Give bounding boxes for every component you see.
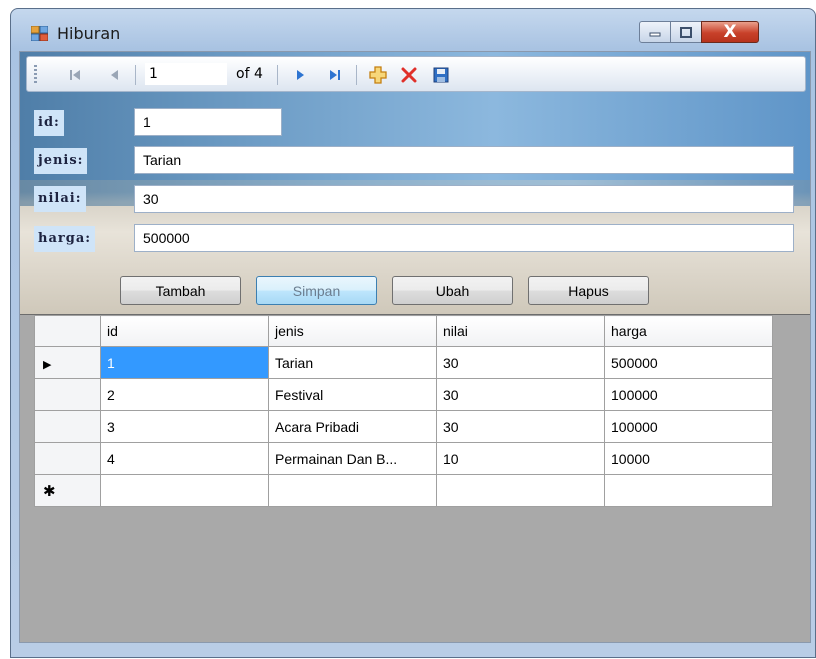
column-header-nilai[interactable]: nilai [436,315,605,347]
nilai-label: nilai: [34,186,86,212]
tambah-button[interactable]: Tambah [120,276,241,305]
move-first-button[interactable] [65,65,85,85]
maximize-button[interactable] [670,21,702,43]
close-icon: X [723,22,737,42]
delete-button[interactable] [399,65,419,85]
row-header[interactable] [34,442,101,475]
data-grid-table: id jenis nilai harga ▶ 1 Tarian 30 50000… [34,315,773,507]
id-label: id: [34,110,64,136]
column-header-harga[interactable]: harga [604,315,773,347]
save-icon [433,67,449,83]
grid-corner-header[interactable] [34,315,101,347]
grid-cell-nilai[interactable]: 10 [436,442,605,475]
binding-navigator: 1 of 4 [26,56,806,92]
column-header-id[interactable]: id [100,315,269,347]
jenis-label: jenis: [34,148,88,174]
grid-cell-jenis[interactable]: Tarian [268,346,437,379]
grid-cell-id[interactable]: 1 [100,346,269,379]
ubah-button[interactable]: Ubah [392,276,513,305]
grid-cell-id[interactable]: 4 [100,442,269,475]
grid-cell-harga[interactable]: 100000 [604,378,773,411]
grid-cell-jenis[interactable]: Acara Pribadi [268,410,437,443]
new-row[interactable]: ✱ [34,474,773,507]
grid-cell-id[interactable] [100,474,269,507]
grid-cell-nilai[interactable]: 30 [436,346,605,379]
column-header-jenis[interactable]: jenis [268,315,437,347]
grid-cell-id[interactable]: 3 [100,410,269,443]
grid-cell-harga[interactable] [604,474,773,507]
app-window: Hiburan X 1 of 4 id: 1 jenis: Tarian nil… [10,8,816,658]
grid-header-row: id jenis nilai harga [34,315,773,347]
grid-cell-harga[interactable]: 100000 [604,410,773,443]
grid-cell-jenis[interactable]: Festival [268,378,437,411]
toolbar-separator [356,65,357,85]
add-new-button[interactable] [368,65,388,85]
grid-cell-nilai[interactable]: 30 [436,378,605,411]
position-textbox[interactable]: 1 [145,63,227,85]
grid-cell-harga[interactable]: 500000 [604,346,773,379]
count-label: of 4 [236,66,263,82]
table-row[interactable]: 4 Permainan Dan B... 10 10000 [34,442,773,475]
grid-cell-nilai[interactable] [436,474,605,507]
move-last-icon [330,70,340,80]
hapus-button[interactable]: Hapus [528,276,649,305]
minimize-icon [649,32,661,37]
new-row-indicator[interactable]: ✱ [34,474,101,507]
grid-cell-jenis[interactable] [268,474,437,507]
toolbar-grip[interactable] [34,65,37,83]
table-row[interactable]: 2 Festival 30 100000 [34,378,773,411]
simpan-button[interactable]: Simpan [256,276,377,305]
move-previous-button[interactable] [105,65,125,85]
grid-cell-jenis[interactable]: Permainan Dan B... [268,442,437,475]
grid-cell-harga[interactable]: 10000 [604,442,773,475]
save-button[interactable] [431,65,451,85]
move-last-button[interactable] [325,65,345,85]
row-header[interactable] [34,410,101,443]
current-row-arrow-icon: ▶ [43,358,52,371]
current-row-indicator[interactable]: ▶ [34,346,101,379]
jenis-field[interactable]: Tarian [134,146,794,174]
form-app-icon [31,26,48,41]
grid-cell-nilai[interactable]: 30 [436,410,605,443]
toolbar-separator [277,65,278,85]
toolbar-separator [135,65,136,85]
nilai-field[interactable]: 30 [134,185,794,213]
row-header[interactable] [34,378,101,411]
move-next-icon [297,70,304,80]
new-row-asterisk-icon: ✱ [43,482,56,500]
data-grid-view[interactable]: id jenis nilai harga ▶ 1 Tarian 30 50000… [20,314,810,642]
table-row[interactable]: 3 Acara Pribadi 30 100000 [34,410,773,443]
close-button[interactable]: X [701,21,759,43]
maximize-icon [680,26,692,38]
minimize-button[interactable] [639,21,671,43]
table-row[interactable]: ▶ 1 Tarian 30 500000 [34,346,773,379]
harga-label: harga: [34,226,96,252]
move-previous-icon [111,70,118,80]
add-new-icon [369,66,387,84]
move-first-icon [70,70,80,80]
grid-cell-id[interactable]: 2 [100,378,269,411]
form-client-area: 1 of 4 id: 1 jenis: Tarian nilai: 30 har… [19,51,811,643]
window-title: Hiburan [57,24,121,43]
delete-icon [401,67,417,83]
harga-field[interactable]: 500000 [134,224,794,252]
id-field[interactable]: 1 [134,108,282,136]
title-bar[interactable]: Hiburan X [11,9,815,51]
move-next-button[interactable] [290,65,310,85]
